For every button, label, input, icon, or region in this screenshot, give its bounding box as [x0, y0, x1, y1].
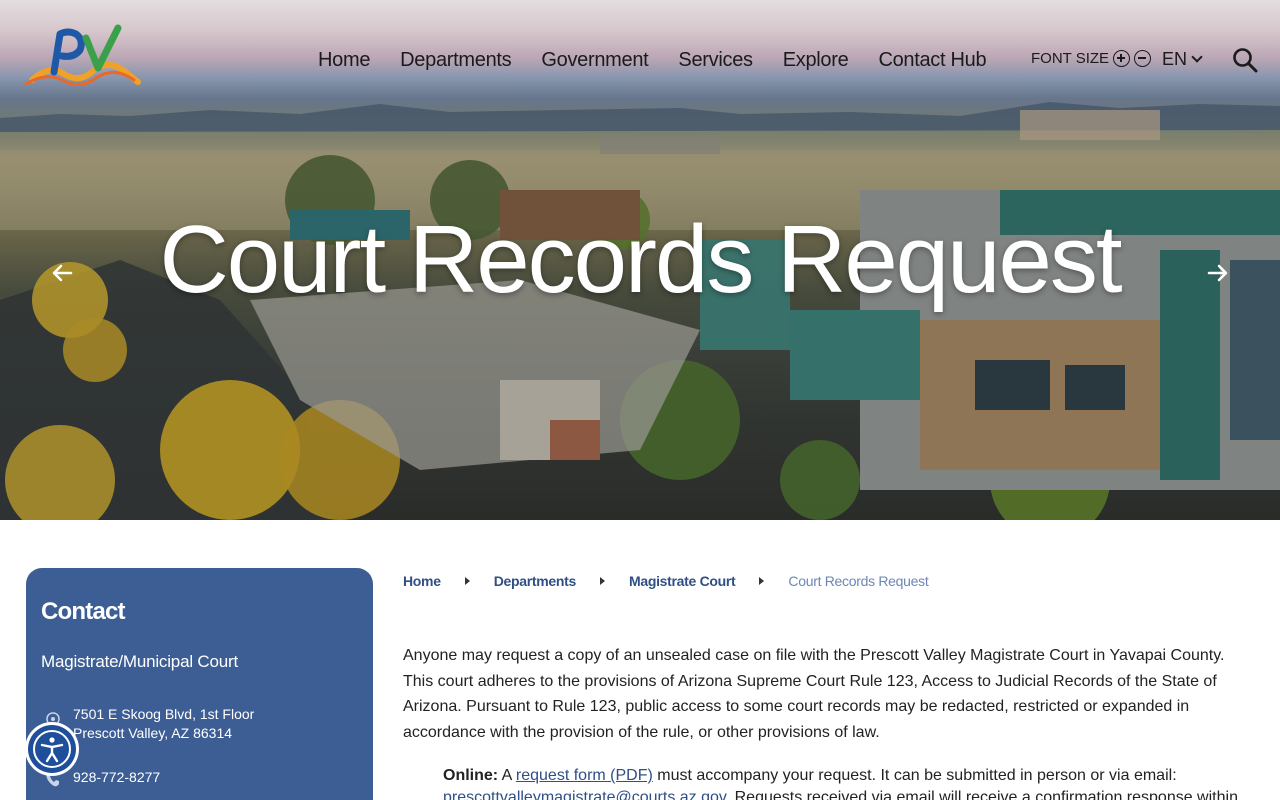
nav-home[interactable]: Home	[318, 47, 370, 73]
font-size-control: FONT SIZE	[1031, 50, 1152, 67]
nav-contact-hub[interactable]: Contact Hub	[878, 47, 986, 73]
breadcrumb-separator-icon	[599, 577, 605, 585]
accessibility-icon	[33, 730, 71, 768]
contact-phone[interactable]: 928-772-8277	[73, 769, 160, 785]
hero-banner: Court Records Request	[0, 0, 1280, 520]
contact-heading: Contact	[41, 598, 126, 625]
font-decrease-icon[interactable]	[1134, 50, 1152, 67]
arrow-right-icon[interactable]	[1207, 262, 1229, 284]
intro-paragraph: Anyone may request a copy of an unsealed…	[403, 647, 1225, 741]
nav-government[interactable]: Government	[541, 47, 648, 73]
breadcrumb-separator-icon	[759, 577, 765, 585]
arrow-left-icon[interactable]	[51, 262, 73, 284]
nav-departments[interactable]: Departments	[400, 47, 512, 73]
email-text-post: . Requests received via email will recei…	[725, 789, 1238, 800]
font-increase-icon[interactable]	[1113, 50, 1131, 67]
breadcrumb-departments[interactable]: Departments	[494, 573, 577, 589]
breadcrumb-home[interactable]: Home	[403, 573, 441, 589]
main-nav: Home Departments Government Services Exp…	[318, 47, 1016, 73]
breadcrumb-separator-icon	[464, 577, 470, 585]
accessibility-button[interactable]	[25, 722, 79, 776]
contact-address: 7501 E Skoog Blvd, 1st Floor Prescott Va…	[73, 705, 254, 743]
breadcrumb-current: Court Records Request	[788, 573, 929, 589]
town-logo[interactable]	[24, 24, 142, 92]
contact-card: Contact Magistrate/Municipal Court 7501 …	[26, 568, 373, 800]
address-line-1: 7501 E Skoog Blvd, 1st Floor	[73, 706, 255, 722]
breadcrumb-magistrate-court[interactable]: Magistrate Court	[629, 573, 736, 589]
accessibility-icon-bg	[28, 725, 76, 773]
language-selector[interactable]: EN	[1162, 49, 1203, 70]
request-form-link[interactable]: request form (PDF)	[516, 767, 653, 784]
contact-org: Magistrate/Municipal Court	[41, 652, 238, 671]
chevron-down-icon	[1191, 51, 1203, 63]
search-icon[interactable]	[1232, 47, 1258, 73]
breadcrumb: Home Departments Magistrate Court Court …	[403, 573, 929, 589]
online-label: Online:	[443, 767, 499, 784]
online-text-pre: A	[498, 767, 516, 784]
nav-services[interactable]: Services	[678, 47, 753, 73]
font-size-label: FONT SIZE	[1031, 50, 1110, 67]
online-request-item: Online: A request form (PDF) must accomp…	[443, 765, 1243, 800]
email-link[interactable]: prescottvalleymagistrate@courts.az.gov	[443, 789, 726, 800]
address-line-2: Prescott Valley, AZ 86314	[73, 725, 233, 741]
online-text-post: must accompany your request. It can be s…	[652, 767, 1177, 784]
language-label: EN	[1162, 49, 1188, 69]
nav-explore[interactable]: Explore	[783, 47, 849, 73]
page-title: Court Records Request	[159, 206, 1122, 313]
